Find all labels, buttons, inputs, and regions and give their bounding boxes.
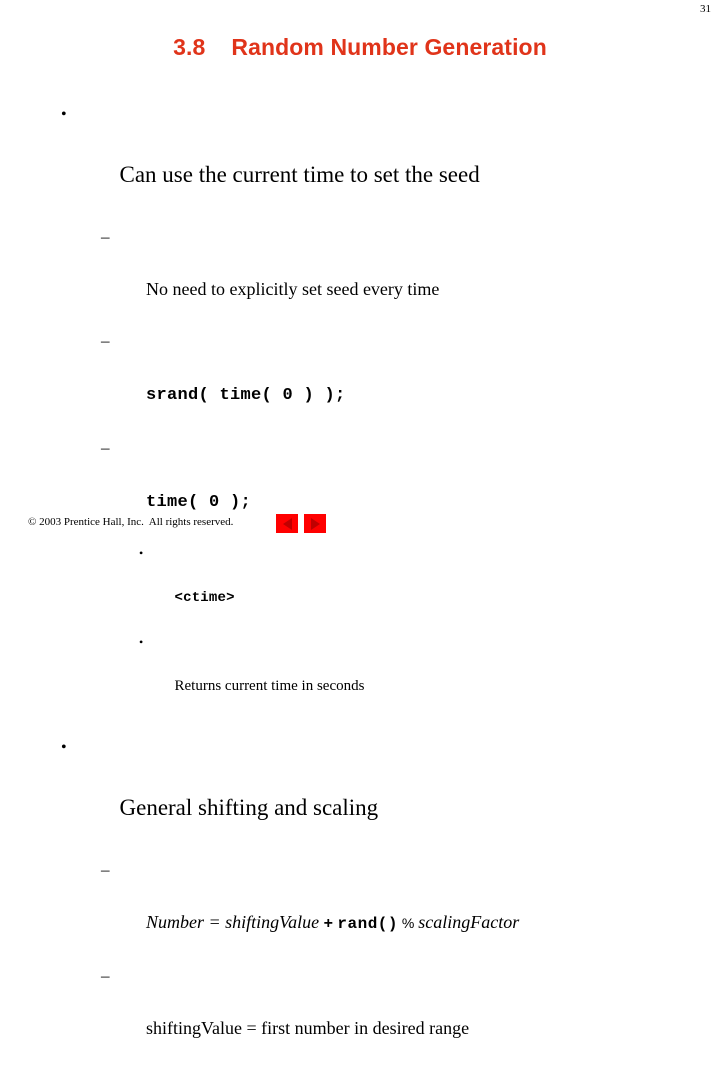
formula-expression: Number = shiftingValue + rand() % scalin… — [146, 909, 519, 937]
copyright-notice: © 2003 Prentice Hall, Inc. All rights re… — [28, 516, 234, 528]
bullet-marker-level1: • — [61, 739, 67, 756]
bullet-marker-level1: • — [61, 106, 67, 123]
bullet-marker-level2: – — [101, 966, 110, 985]
bullet-level2-srand-time-code: – srand( time( 0 ) ); — [0, 328, 720, 435]
bullet-level2-text: No need to explicitly set seed every tim… — [146, 279, 440, 299]
bullet-level2-no-need-explicit-seed: – No need to explicitly set seed every t… — [0, 224, 720, 328]
formula-plus: + — [319, 915, 338, 932]
bullet-level3-returns-current-time: • Returns current time in seconds — [0, 631, 720, 719]
bullet-marker-level2: – — [101, 331, 110, 350]
bullet-level1-text: Can use the current time to set the seed — [119, 162, 480, 187]
page-number: 31 — [700, 3, 711, 15]
bullet-level2-text: shiftingValue = first number in desired … — [146, 1018, 470, 1038]
bullet-level3-text: Returns current time in seconds — [174, 678, 365, 694]
code-srand-time: srand( time( 0 ) ); — [146, 386, 346, 405]
bullet-level1-text: General shifting and scaling — [119, 795, 379, 820]
bullet-level2-formula: – Number = shiftingValue + rand() % scal… — [0, 857, 720, 963]
triangle-left-icon — [282, 517, 292, 530]
bullet-marker-level2: – — [101, 438, 110, 457]
bullet-level3-ctime-header: • <ctime> — [0, 542, 720, 631]
bullet-marker-level2: – — [101, 1070, 110, 1080]
slide-canvas: 31 3.8 Random Number Generation • Can us… — [0, 0, 720, 1080]
bullet-level1-can-use-current-time: • Can use the current time to set the se… — [0, 100, 720, 220]
code-time: time( 0 ); — [146, 493, 252, 512]
bullet-level2-scaling-factor-def: – scalingFactor = width of desired range — [0, 1067, 720, 1080]
formula-rand-call: rand() — [337, 915, 398, 933]
bullet-marker-level2: – — [101, 860, 110, 879]
formula-shifting-value: shiftingValue — [225, 912, 320, 932]
slide-body: • Can use the current time to set the se… — [0, 100, 720, 1080]
formula-number: Number — [146, 912, 204, 932]
previous-slide-button[interactable] — [276, 514, 298, 533]
bullet-marker-level2: – — [101, 227, 110, 246]
bullet-level1-general-shifting-scaling: • General shifting and scaling — [0, 733, 720, 853]
formula-equals: = — [204, 912, 226, 932]
formula-modulo: % — [398, 915, 419, 931]
bullet-marker-level3: • — [139, 546, 144, 560]
bullet-marker-level3: • — [139, 635, 144, 649]
page-title: 3.8 Random Number Generation — [173, 34, 547, 60]
code-ctime-header: <ctime> — [174, 590, 235, 606]
formula-scaling-factor: scalingFactor — [418, 912, 520, 932]
bullet-level2-shifting-value-def: – shiftingValue = first number in desire… — [0, 963, 720, 1067]
slide-navigation — [276, 514, 326, 533]
next-slide-button[interactable] — [304, 514, 326, 533]
triangle-right-icon — [310, 517, 320, 530]
